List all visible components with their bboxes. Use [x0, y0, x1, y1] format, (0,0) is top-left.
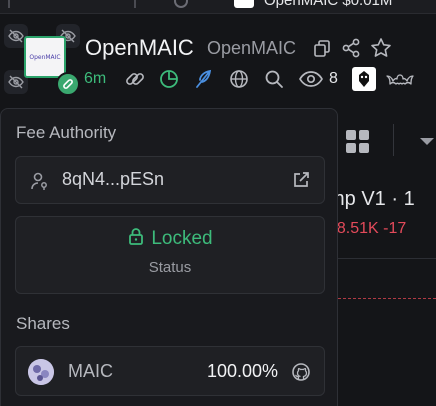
browser-tab-title[interactable]: OpenMAIC $0.01M — [264, 0, 392, 9]
profile-badge-icon[interactable] — [352, 67, 376, 91]
share-icon[interactable] — [340, 37, 362, 59]
token-logo[interactable]: OpenMAIC — [24, 36, 66, 78]
pair-title: mp V1 · 1 — [328, 188, 415, 210]
price-line — [328, 298, 436, 299]
bat-icon[interactable] — [386, 68, 414, 90]
chevron-down-icon[interactable] — [420, 138, 434, 145]
lock-status-label: Status — [148, 259, 192, 276]
toolbar-divider — [393, 124, 394, 156]
browser-tab-strip: OpenMAIC $0.01M — [0, 0, 436, 14]
share-percent: 100.00% — [206, 361, 278, 381]
token-logo-area: OpenMAIC — [4, 24, 82, 96]
locked-row: Locked — [16, 227, 324, 250]
external-link-icon[interactable] — [292, 171, 310, 194]
shares-title: Shares — [16, 314, 70, 333]
star-icon[interactable] — [369, 36, 393, 60]
divider — [328, 258, 436, 259]
github-icon[interactable] — [292, 363, 310, 386]
pair-stats: $8.51K -17 — [328, 220, 407, 237]
pie-chart-icon[interactable] — [158, 68, 180, 90]
view-count: 8 — [329, 70, 338, 87]
search-icon[interactable] — [263, 68, 285, 90]
share-holder-name: MAIC — [68, 361, 113, 381]
fee-authority-address[interactable]: 8qN4...pESn — [62, 169, 164, 190]
user-key-icon — [30, 171, 50, 196]
token-age: 6m — [84, 70, 107, 87]
grid-view-icon[interactable] — [345, 129, 371, 160]
logo-text: OpenMAIC — [29, 53, 61, 61]
tab-separator — [8, 0, 10, 8]
token-info-popover: Fee Authority 8qN4...pESn Locked Status … — [0, 108, 338, 406]
copy-icon[interactable] — [312, 38, 332, 58]
lock-status-card: Locked Status — [15, 216, 325, 294]
eye-icon — [298, 68, 324, 90]
globe-icon[interactable] — [228, 68, 250, 90]
token-name: OpenMAIC — [85, 35, 194, 60]
tab-separator — [134, 0, 136, 8]
feather-icon[interactable] — [192, 68, 214, 90]
share-row: MAIC 100.00% — [15, 346, 325, 396]
pill-icon — [56, 72, 80, 96]
lock-state: Locked — [151, 227, 213, 249]
share-avatar — [28, 359, 54, 385]
token-symbol: OpenMAIC — [207, 38, 297, 58]
tab-close-icon[interactable] — [174, 0, 188, 8]
tab-favicon-icon — [234, 0, 254, 8]
lock-icon — [127, 227, 145, 250]
fee-authority-card[interactable]: 8qN4...pESn — [15, 156, 325, 204]
fee-authority-title: Fee Authority — [16, 123, 117, 142]
link-icon[interactable] — [124, 68, 146, 90]
